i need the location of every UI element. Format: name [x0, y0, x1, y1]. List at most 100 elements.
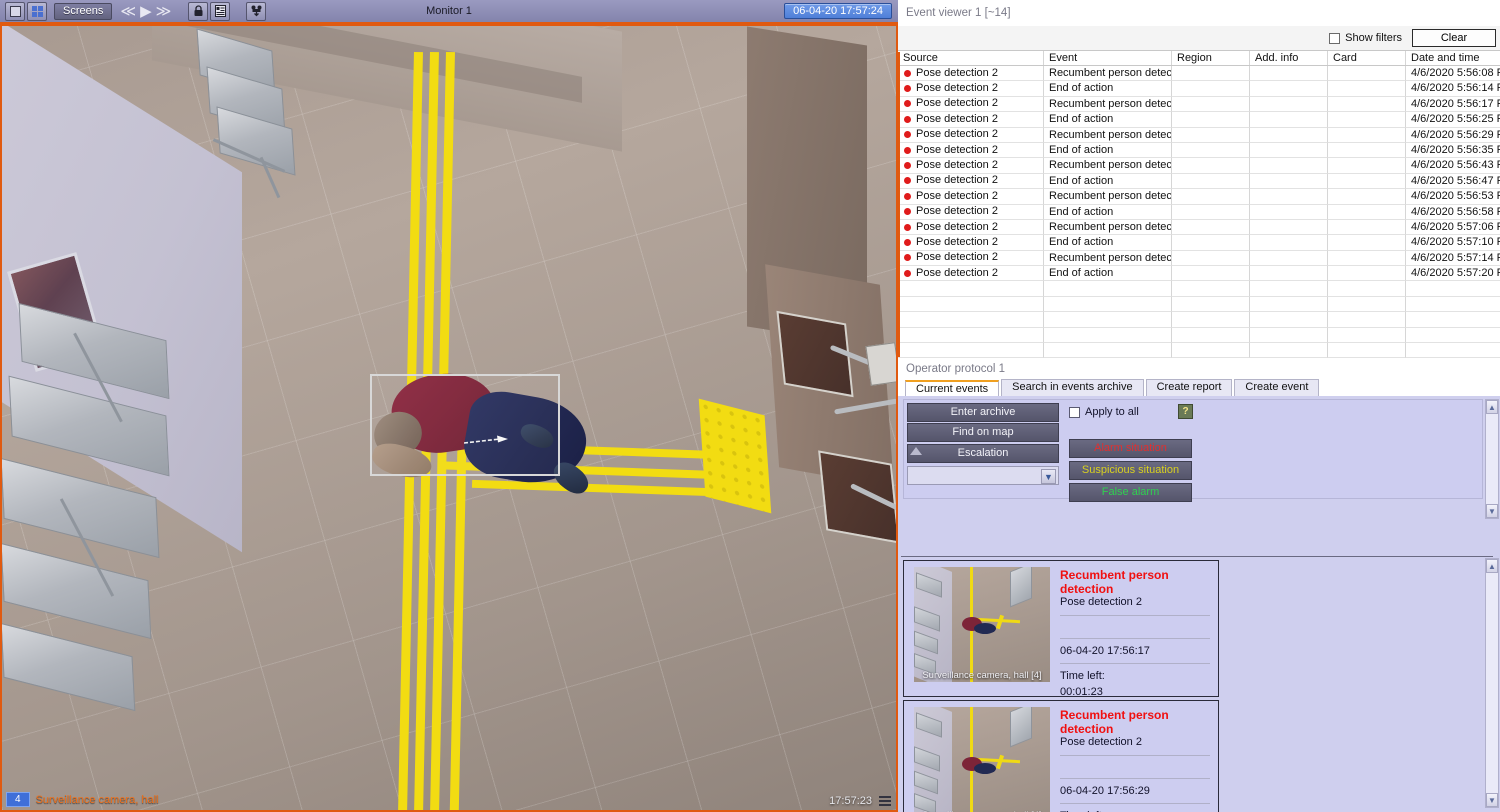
lock-icon[interactable] — [188, 1, 209, 21]
cell-empty — [1172, 327, 1250, 344]
status-dot — [904, 146, 911, 154]
apply-to-all-checkbox[interactable]: Apply to all — [1069, 406, 1139, 418]
cell-empty — [1250, 327, 1328, 344]
cell-datetime: 4/6/2020 5:56:43 PM — [1406, 158, 1500, 174]
table-row[interactable]: Pose detection 2 End of action 4/6/2020 5:… — [898, 173, 1500, 190]
next-icon[interactable]: ≫ — [154, 4, 174, 19]
screens-button[interactable]: Screens — [54, 2, 113, 20]
table-row-empty[interactable] — [898, 343, 1500, 359]
turnstile — [818, 450, 896, 544]
scroll-up-icon[interactable]: ▲ — [1486, 559, 1498, 573]
operator-protocol-tabs: Current events Search in events archive Cr… — [898, 378, 1500, 397]
cell-text: Pose detection 2 — [916, 205, 998, 218]
escalation-button[interactable]: Escalation — [907, 444, 1059, 463]
event-card-source: Pose detection 2 — [1060, 596, 1142, 608]
cell-empty — [1250, 296, 1328, 313]
enter-archive-button[interactable]: Enter archive — [907, 403, 1059, 422]
scroll-down-icon[interactable]: ▼ — [1486, 793, 1498, 807]
event-card[interactable]: Surveillance camera, hall [4]<>Recumbent… — [903, 700, 1219, 812]
tab-current-events[interactable]: Current events — [905, 380, 1000, 397]
alarm-situation-button[interactable]: Alarm situation — [1069, 439, 1192, 458]
single-pane-icon[interactable] — [5, 1, 25, 21]
monitor-toolbar: Screens ≪ ▶ ≫ Monitor 1 06-04-20 17:57:2… — [0, 0, 898, 24]
status-dot — [904, 223, 911, 231]
table-row[interactable]: Pose detection 2 Recumbent person detecti… — [898, 127, 1500, 143]
cell-region — [1172, 266, 1250, 282]
table-row-empty[interactable] — [898, 312, 1500, 328]
cell-source: Pose detection 2 — [898, 66, 1044, 82]
column-header-datetime[interactable]: Date and time — [1406, 51, 1500, 65]
event-card-title: Recumbent person detection — [1060, 568, 1169, 596]
column-header-card[interactable]: Card — [1328, 51, 1406, 65]
table-row-empty[interactable] — [898, 281, 1500, 297]
cell-datetime: 4/6/2020 5:57:14 PM — [1406, 251, 1500, 267]
chevron-down-icon[interactable]: ▼ — [1041, 469, 1056, 484]
event-thumbnail[interactable]: Surveillance camera, hall [4]<> — [914, 707, 1050, 812]
table-row[interactable]: Pose detection 2 Recumbent person detecti… — [898, 66, 1500, 82]
table-row-empty[interactable] — [898, 296, 1500, 313]
table-row[interactable]: Pose detection 2 End of action 4/6/2020 5:… — [898, 112, 1500, 128]
event-card-info: Recumbent person detection Pose detection… — [1050, 561, 1218, 705]
tab-search-in-events-archive[interactable]: Search in events archive — [1001, 379, 1144, 396]
help-icon[interactable]: ? — [1178, 404, 1193, 419]
cell-empty — [1172, 312, 1250, 328]
cell-add-info — [1250, 112, 1328, 128]
cell-text: Pose detection 2 — [916, 220, 998, 233]
cell-text: Pose detection 2 — [916, 66, 998, 79]
cell-datetime: 4/6/2020 5:57:10 PM — [1406, 235, 1500, 251]
clear-button[interactable]: Clear — [1412, 29, 1496, 47]
event-thumbnail[interactable]: Surveillance camera, hall [4]<> — [914, 567, 1050, 682]
column-header-source[interactable]: Source — [898, 51, 1044, 65]
table-row[interactable]: Pose detection 2 Recumbent person detecti… — [898, 158, 1500, 174]
table-row[interactable]: Pose detection 2 End of action 4/6/2020 5:… — [898, 204, 1500, 220]
column-header-region[interactable]: Region — [1172, 51, 1250, 65]
prev-icon[interactable]: ≪ — [118, 4, 138, 19]
table-row[interactable]: Pose detection 2 Recumbent person detecti… — [898, 250, 1500, 267]
column-header-event[interactable]: Event — [1044, 51, 1172, 65]
table-row[interactable]: Pose detection 2 Recumbent person detecti… — [898, 219, 1500, 236]
scroll-up-icon[interactable]: ▲ — [1486, 400, 1498, 414]
column-header-add-info[interactable]: Add. info — [1250, 51, 1328, 65]
status-dot — [904, 269, 911, 277]
table-row[interactable]: Pose detection 2 End of action 4/6/2020 5:… — [898, 235, 1500, 251]
tab-create-report[interactable]: Create report — [1145, 379, 1233, 396]
direction-arrow — [464, 435, 508, 444]
video-menu-icon[interactable] — [877, 794, 893, 808]
archive-list-icon[interactable] — [210, 1, 231, 21]
video-frame[interactable]: 4 Surveillance camera, hall 17:57:23 — [0, 24, 898, 812]
table-row[interactable]: Pose detection 2 End of action 4/6/2020 5:… — [898, 81, 1500, 97]
table-row[interactable]: Pose detection 2 Recumbent person detecti… — [898, 96, 1500, 113]
show-filters-checkbox[interactable]: Show filters — [1329, 32, 1402, 44]
table-row[interactable]: Pose detection 2 Recumbent person detecti… — [898, 189, 1500, 205]
right-panel: Event viewer 1 [~14] Show filters Clear … — [898, 0, 1500, 812]
event-card-datetime: 06-04-20 17:56:29 — [1060, 785, 1150, 797]
table-row-empty[interactable] — [898, 327, 1500, 344]
event-card[interactable]: Surveillance camera, hall [4]<>Recumbent… — [903, 560, 1219, 705]
escalation-select[interactable]: ▼ — [907, 466, 1059, 485]
find-on-map-button[interactable]: Find on map — [907, 423, 1059, 442]
cell-datetime: 4/6/2020 5:56:35 PM — [1406, 143, 1500, 159]
thumb-person-legs — [974, 763, 996, 774]
cell-add-info — [1250, 266, 1328, 282]
table-row[interactable]: Pose detection 2 End of action 4/6/2020 5:… — [898, 142, 1500, 159]
cell-empty — [1328, 281, 1406, 297]
cell-text: Pose detection 2 — [916, 128, 998, 141]
cell-card — [1328, 189, 1406, 205]
cell-empty — [1044, 343, 1172, 359]
cell-card — [1328, 266, 1406, 282]
false-alarm-button[interactable]: False alarm — [1069, 483, 1192, 502]
play-icon[interactable]: ▶ — [138, 4, 154, 19]
divider — [1060, 803, 1210, 804]
grid-pane-icon[interactable] — [27, 1, 47, 21]
cell-text: Pose detection 2 — [916, 236, 998, 248]
video-clock: 17:57:23 — [829, 795, 872, 807]
suspicious-situation-button[interactable]: Suspicious situation — [1069, 461, 1192, 480]
cell-empty — [1172, 296, 1250, 313]
cards-scrollbar[interactable]: ▲ ▼ — [1485, 558, 1499, 808]
table-row[interactable]: Pose detection 2 End of action 4/6/2020 5:… — [898, 266, 1500, 282]
export-icon[interactable] — [246, 1, 267, 21]
scroll-down-icon[interactable]: ▼ — [1486, 504, 1498, 518]
tab-create-event[interactable]: Create event — [1234, 379, 1320, 396]
cell-event: End of action — [1044, 81, 1172, 97]
controls-scrollbar[interactable]: ▲ ▼ — [1485, 399, 1499, 519]
